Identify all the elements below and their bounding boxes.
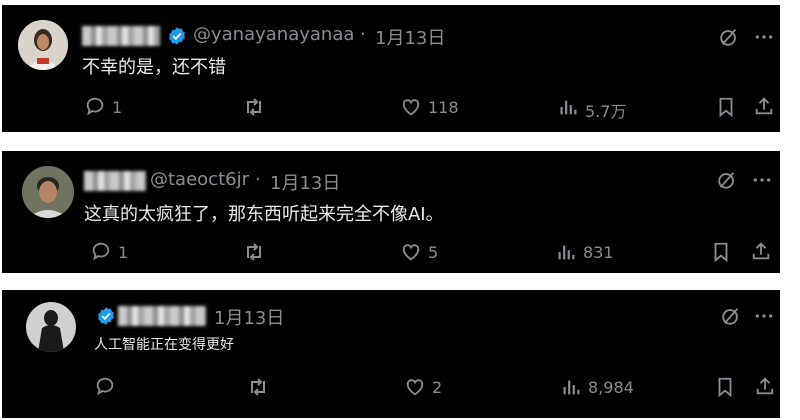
more-icon[interactable] bbox=[754, 27, 774, 47]
separator-dot: · bbox=[360, 24, 366, 45]
tweet-card[interactable]: @taeoct6jr · 1月13日 这真的太疯狂了，那东西听起来完全不像AI。… bbox=[2, 151, 780, 273]
post-text: 人工智能正在变得更好 bbox=[94, 337, 234, 353]
bookmark-icon[interactable] bbox=[710, 241, 732, 263]
grok-icon[interactable] bbox=[720, 305, 742, 327]
user-handle[interactable]: @taeoct6jr bbox=[150, 169, 249, 190]
view-count: 5.7万 bbox=[585, 102, 627, 121]
like-count: 2 bbox=[432, 378, 443, 397]
avatar[interactable] bbox=[22, 166, 74, 218]
bookmark-icon[interactable] bbox=[714, 376, 736, 398]
reply-icon[interactable] bbox=[90, 240, 112, 262]
views-icon[interactable] bbox=[557, 96, 579, 118]
like-count: 5 bbox=[428, 243, 439, 262]
bookmark-icon[interactable] bbox=[715, 96, 737, 118]
repost-icon[interactable] bbox=[246, 375, 270, 399]
post-text: 不幸的是，还不错 bbox=[82, 57, 226, 78]
view-count: 8,984 bbox=[588, 378, 634, 397]
avatar[interactable] bbox=[18, 20, 68, 70]
view-count: 831 bbox=[583, 243, 614, 262]
views-icon[interactable] bbox=[560, 376, 582, 398]
separator-dot: · bbox=[255, 169, 261, 190]
user-handle[interactable]: @yanayanayanaa bbox=[193, 24, 354, 45]
repost-icon[interactable] bbox=[242, 95, 266, 119]
like-icon[interactable] bbox=[404, 376, 426, 398]
repost-icon[interactable] bbox=[242, 240, 266, 264]
tweet-card[interactable]: 1月13日 人工智能正在变得更好 2 8,984 bbox=[2, 290, 780, 418]
views-icon[interactable] bbox=[555, 241, 577, 263]
verified-badge bbox=[98, 307, 114, 325]
avatar-image bbox=[22, 166, 74, 218]
post-date[interactable]: 1月13日 bbox=[270, 169, 340, 195]
reply-count: 1 bbox=[112, 98, 123, 117]
grok-icon[interactable] bbox=[718, 26, 740, 48]
share-icon[interactable] bbox=[753, 95, 775, 117]
like-icon[interactable] bbox=[400, 241, 422, 263]
like-icon[interactable] bbox=[400, 96, 422, 118]
reply-icon[interactable] bbox=[94, 375, 116, 397]
blurred-display-name bbox=[84, 171, 146, 191]
tweet-card[interactable]: @yanayanayanaa · 1月13日 不幸的是，还不错 1 118 5.… bbox=[2, 5, 780, 132]
post-text: 这真的太疯狂了，那东西听起来完全不像AI。 bbox=[84, 204, 444, 225]
more-icon[interactable] bbox=[754, 306, 774, 326]
blurred-display-name bbox=[82, 26, 160, 46]
share-icon[interactable] bbox=[754, 375, 776, 397]
avatar-image bbox=[18, 20, 68, 70]
post-date[interactable]: 1月13日 bbox=[375, 24, 445, 50]
more-icon[interactable] bbox=[752, 170, 772, 190]
reply-count: 1 bbox=[118, 243, 129, 262]
share-icon[interactable] bbox=[750, 240, 772, 262]
blurred-display-name bbox=[118, 306, 206, 326]
verified-badge bbox=[169, 27, 185, 45]
reply-icon[interactable] bbox=[84, 95, 106, 117]
like-count: 118 bbox=[428, 98, 459, 117]
post-date[interactable]: 1月13日 bbox=[214, 304, 284, 330]
avatar[interactable] bbox=[26, 302, 76, 352]
avatar-image bbox=[26, 302, 76, 352]
grok-icon[interactable] bbox=[716, 169, 738, 191]
